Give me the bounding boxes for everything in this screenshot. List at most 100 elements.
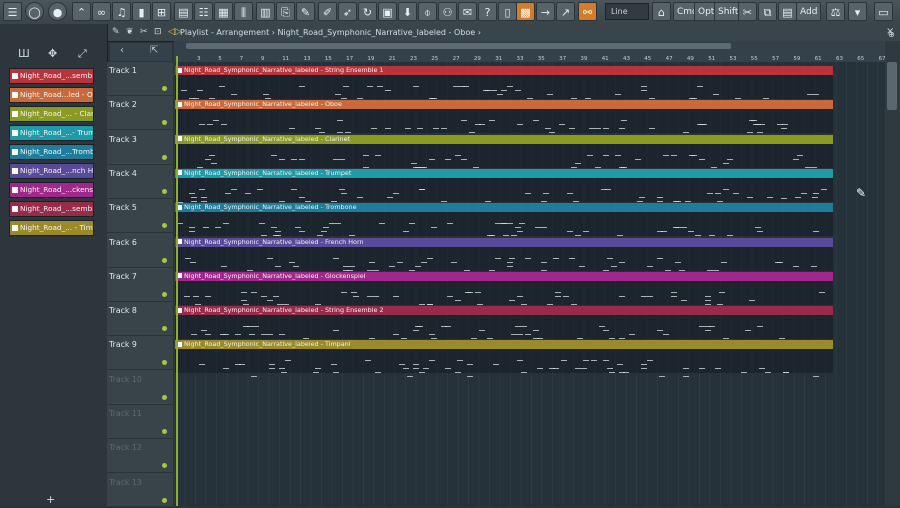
channel-button[interactable]: Night_Road_...ckenspiel: [9, 182, 94, 198]
track-mute-led[interactable]: [162, 394, 167, 400]
track-mute-led[interactable]: [162, 429, 167, 434]
tool-brush-icon[interactable]: ❦: [126, 27, 134, 37]
track-header[interactable]: Track 5: [107, 199, 173, 234]
balance-icon[interactable]: ⚖: [826, 2, 845, 21]
track-header[interactable]: Track 12: [107, 439, 173, 474]
snap-select[interactable]: Line: [605, 3, 649, 20]
mixer-icon[interactable]: ⫼: [234, 2, 253, 21]
copy-icon[interactable]: ⧉: [758, 2, 777, 21]
vertical-scrollbar[interactable]: ⊕: [885, 30, 900, 506]
track-header[interactable]: Track 9: [107, 336, 173, 371]
step-icon[interactable]: ▮: [132, 2, 151, 21]
add-channel-icon[interactable]: +: [46, 493, 55, 506]
arrangement-grid[interactable]: Night_Road_Symphonic_Narrative_labeled -…: [174, 62, 885, 506]
waveform-icon[interactable]: ⌃: [72, 2, 91, 21]
trash-icon[interactable]: ▾: [848, 2, 867, 21]
pattern-clip[interactable]: Night_Road_Symphonic_Narrative_labeled -…: [175, 66, 833, 103]
paste-icon[interactable]: ▤: [778, 2, 797, 21]
tempo-icon[interactable]: ⊞: [152, 2, 171, 21]
track-header[interactable]: Track 3: [107, 131, 173, 165]
pattern-clip[interactable]: Night_Road_Symphonic_Narrative_labeled -…: [175, 271, 833, 309]
cut-icon[interactable]: ➶: [338, 2, 357, 21]
brush-icon[interactable]: ✐: [318, 2, 337, 21]
pattern-clip[interactable]: Night_Road_Symphonic_Narrative_labeled -…: [175, 168, 833, 206]
menu-icon[interactable]: ☰: [3, 2, 22, 21]
tool-select-icon[interactable]: ⊡: [154, 27, 162, 37]
track-mute-led[interactable]: [162, 223, 167, 229]
metronome-icon[interactable]: ♫: [112, 2, 131, 21]
add-button[interactable]: Add: [796, 2, 822, 21]
channel-button[interactable]: Night_Road...led - Oboe: [9, 87, 94, 103]
browser-icon[interactable]: ▤: [174, 2, 193, 21]
track-mute-led[interactable]: [162, 120, 167, 126]
track-mute-led[interactable]: [162, 188, 167, 194]
channel-button[interactable]: Night_Road_... - Timpani: [9, 220, 94, 236]
plugin-icon[interactable]: ⎘: [276, 2, 295, 21]
link-icon[interactable]: ⚯: [578, 2, 597, 21]
track-mute-led[interactable]: [162, 86, 167, 91]
channel-button[interactable]: Night_Road_...Trombone: [9, 144, 94, 160]
track-mute-led[interactable]: [162, 497, 167, 503]
scissors-icon[interactable]: ✂: [738, 2, 757, 21]
pattern-clip[interactable]: Night_Road_Symphonic_Narrative_labeled -…: [175, 340, 833, 378]
channel-button[interactable]: Night_Road_...semble 2: [9, 201, 94, 217]
record-icon[interactable]: ◯: [25, 2, 44, 21]
pattern-clip[interactable]: Night_Road_Symphonic_Narrative_labeled -…: [175, 237, 833, 275]
arrow-right-icon[interactable]: →: [536, 2, 555, 21]
track-header[interactable]: Track 2: [107, 96, 173, 131]
track-mute-led[interactable]: [162, 291, 167, 297]
slide-icon[interactable]: ↗: [556, 2, 575, 21]
playlist-icon[interactable]: ▥: [256, 2, 275, 21]
channel-button[interactable]: Night_Road_...sembie: [9, 68, 94, 84]
chevron-icon[interactable]: ‹: [120, 45, 124, 56]
track-header[interactable]: Track 6: [107, 234, 173, 268]
track-header[interactable]: Track 10: [107, 371, 173, 405]
pattern-knob-icon[interactable]: ●: [48, 2, 67, 21]
save-icon[interactable]: ▣: [378, 2, 397, 21]
loop-icon[interactable]: ∞: [92, 2, 111, 21]
track-mute-led[interactable]: [162, 463, 167, 469]
magnet-icon[interactable]: ⌂: [652, 2, 671, 21]
export-icon[interactable]: ⬇: [398, 2, 417, 21]
tool-pencil-icon[interactable]: ✎: [112, 27, 120, 37]
horizontal-scrollbar[interactable]: [186, 43, 731, 49]
track-header[interactable]: Track 4: [107, 165, 173, 199]
note-mark: [181, 90, 187, 91]
track-label: Track 2: [109, 100, 137, 110]
pattern-clip[interactable]: Night_Road_Symphonic_Narrative_labeled -…: [175, 134, 833, 172]
pattern-clip[interactable]: Night_Road_Symphonic_Narrative_labeled -…: [175, 203, 833, 241]
scroll-up-icon[interactable]: ⊕: [888, 30, 895, 39]
piano-icon[interactable]: Ш: [18, 47, 30, 60]
pattern-clip[interactable]: Night_Road_Symphonic_Narrative_labeled -…: [175, 100, 833, 138]
playhead-marker[interactable]: [176, 56, 178, 506]
window-icon[interactable]: ▭: [874, 2, 893, 21]
piano-roll-icon[interactable]: ▦: [214, 2, 233, 21]
mic-icon[interactable]: ⌽: [418, 2, 437, 21]
pattern-clip[interactable]: Night_Road_Symphonic_Narrative_labeled -…: [175, 306, 833, 344]
track-mute-led[interactable]: [162, 154, 167, 160]
track-mute-led[interactable]: [162, 326, 167, 332]
pencil-icon[interactable]: ✎: [296, 2, 315, 21]
undo-icon[interactable]: ↻: [358, 2, 377, 21]
tool-slice-icon[interactable]: ✂: [140, 27, 148, 37]
track-header[interactable]: Track 7: [107, 268, 173, 302]
question-icon[interactable]: ?: [478, 2, 497, 21]
track-mute-led[interactable]: [162, 257, 167, 263]
automation-icon[interactable]: ⤢: [78, 47, 87, 61]
layout-icon[interactable]: ▯: [498, 2, 517, 21]
channel-rack-icon[interactable]: ☷: [194, 2, 213, 21]
help-icon[interactable]: ⚇: [438, 2, 457, 21]
channel-button[interactable]: Night_Road_... - Clarinet: [9, 106, 94, 122]
track-header[interactable]: Track 1: [107, 62, 173, 96]
zoom-icon[interactable]: ⇱: [150, 45, 158, 56]
track-mute-led[interactable]: [162, 360, 167, 366]
channel-button[interactable]: Night_Road_...- Trumpet: [9, 125, 94, 141]
track-header[interactable]: Track 8: [107, 302, 173, 337]
channel-button[interactable]: Night_Road_...nch Horn: [9, 163, 94, 179]
track-header[interactable]: Track 13: [107, 474, 173, 508]
chat-icon[interactable]: ✉: [458, 2, 477, 21]
track-header[interactable]: Track 11: [107, 405, 173, 439]
vertical-scroll-thumb[interactable]: [887, 62, 897, 110]
move-icon[interactable]: ✥: [48, 47, 57, 60]
keyboard-icon[interactable]: ▩: [516, 2, 535, 21]
